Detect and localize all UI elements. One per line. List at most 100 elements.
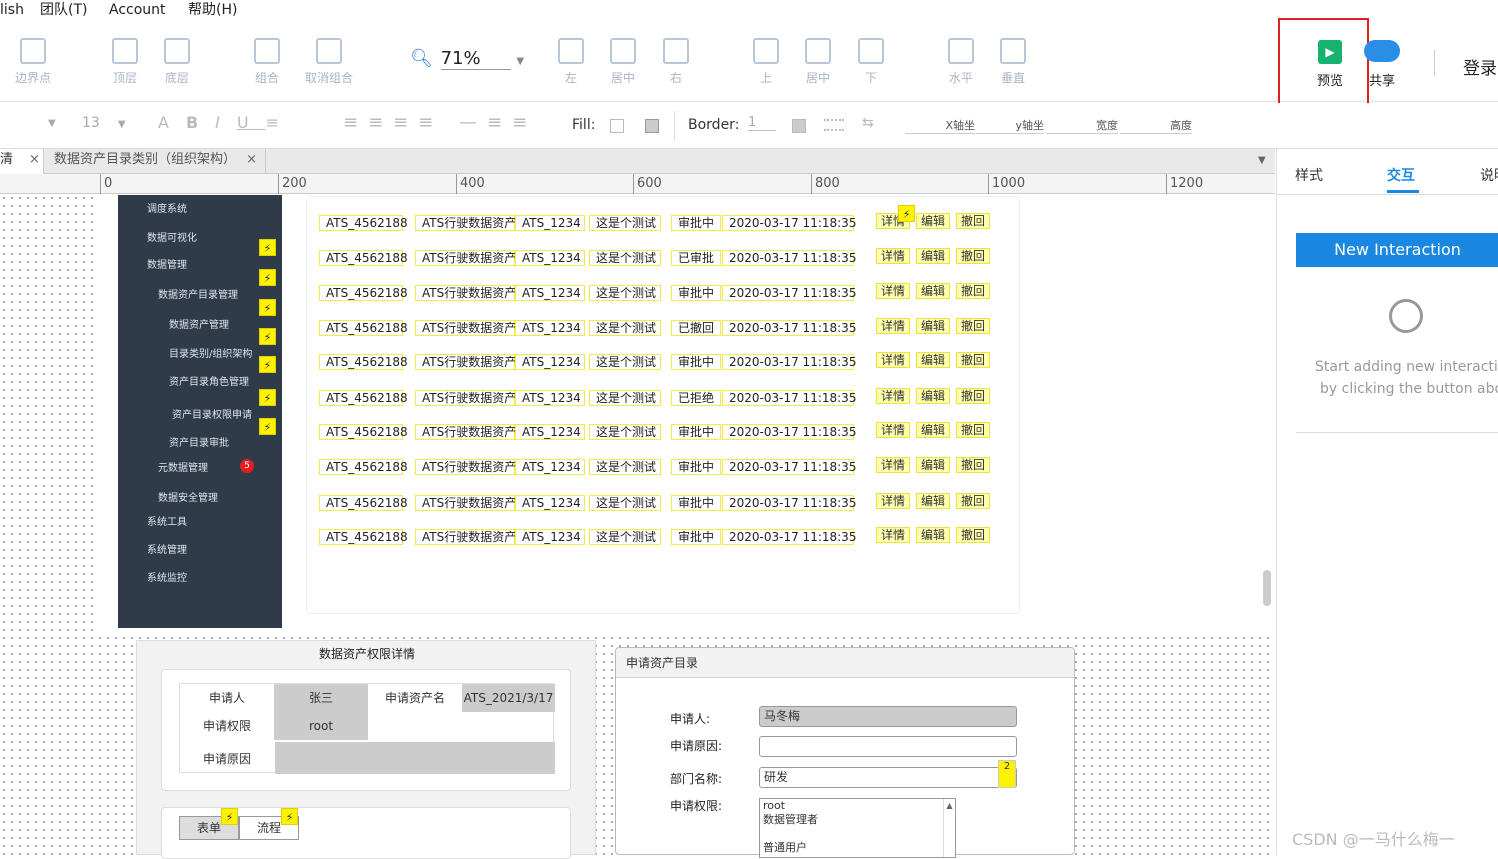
withdraw-button[interactable]: 撤回 [956, 457, 990, 473]
x-coordinate-input[interactable]: X轴坐 [905, 117, 975, 134]
sidebar-item[interactable]: 调度系统 [147, 200, 187, 215]
edit-button[interactable]: 编辑 [916, 248, 950, 264]
list-item[interactable]: root [763, 799, 955, 813]
withdraw-button[interactable]: 撤回 [956, 213, 990, 229]
detail-button[interactable]: 详情 [876, 283, 910, 299]
font-size-select[interactable]: 13 ▼ [82, 115, 126, 131]
edit-button[interactable]: 编辑 [916, 457, 950, 473]
sidebar-item[interactable]: 数据安全管理 [158, 489, 218, 504]
close-icon[interactable]: × [29, 152, 40, 167]
tab-page-2[interactable]: 数据资产目录类别（组织架构） × [44, 149, 266, 174]
edit-button[interactable]: 编辑 [916, 352, 950, 368]
send-bottom-button[interactable]: 底层 [152, 38, 202, 86]
align-top-icon [753, 38, 779, 64]
align-left-button[interactable]: 左 [546, 38, 596, 86]
arrow-style-icon[interactable]: ⇆ [862, 115, 874, 131]
canvas-scrollbar[interactable] [1263, 570, 1271, 606]
list-item[interactable]: 普通用户 [763, 841, 955, 855]
detail-button[interactable]: 详情 [876, 352, 910, 368]
menu-item-team[interactable]: 团队(T) [40, 0, 87, 20]
sidebar-item[interactable]: 资产目录审批 [169, 434, 229, 449]
sidebar-item[interactable]: 元数据管理 [158, 459, 208, 474]
detail-button[interactable]: 详情 [876, 318, 910, 334]
zoom-control[interactable]: 🔍︎ 71% ▼ [410, 48, 525, 70]
tab-interaction[interactable]: 交互 [1387, 165, 1415, 185]
bring-top-button[interactable]: 顶层 [100, 38, 150, 86]
login-button[interactable]: 登录 [1463, 54, 1497, 79]
chevron-down-icon: ▼ [516, 56, 525, 67]
permission-listbox[interactable]: root 数据管理者 普通用户 ▲ [759, 798, 956, 858]
fill-color-swatch[interactable] [610, 119, 624, 133]
y-coordinate-input[interactable]: y轴坐 [976, 117, 1044, 134]
sidebar-item[interactable]: 资产目录角色管理 [169, 373, 249, 388]
applicant-field[interactable]: 马冬梅 [759, 706, 1017, 727]
text-align-buttons[interactable]: ≡≡≡≡ —≡≡ [343, 112, 537, 133]
tab-notes[interactable]: 说明 [1480, 165, 1498, 185]
text-style-buttons[interactable]: ABIU≡ [158, 113, 296, 132]
withdraw-button[interactable]: 撤回 [956, 318, 990, 334]
align-center-button[interactable]: 居中 [598, 38, 648, 86]
height-input[interactable]: 高度 [1120, 117, 1192, 134]
align-top-button[interactable]: 上 [741, 38, 791, 86]
new-interaction-button[interactable]: New Interaction [1296, 233, 1498, 267]
align-right-button[interactable]: 右 [651, 38, 701, 86]
withdraw-button[interactable]: 撤回 [956, 352, 990, 368]
sidebar-item[interactable]: 系统工具 [147, 513, 187, 528]
border-color-swatch[interactable] [792, 119, 806, 133]
detail-button[interactable]: 详情 [876, 422, 910, 438]
sidebar-item[interactable]: 数据资产管理 [169, 316, 229, 331]
detail-button[interactable]: 详情 [876, 457, 910, 473]
align-bottom-button[interactable]: 下 [846, 38, 896, 86]
withdraw-button[interactable]: 撤回 [956, 388, 990, 404]
tab-page-1[interactable]: 清 × [0, 149, 44, 174]
tab-style[interactable]: 样式 [1295, 165, 1323, 185]
font-family-dropdown[interactable]: ▼ [48, 118, 56, 129]
border-width-input[interactable]: 1 [748, 115, 776, 131]
boundary-point-button[interactable]: 边界点 [8, 38, 58, 86]
list-item[interactable]: 数据管理者 [763, 813, 955, 827]
preview-button[interactable]: ▶ 预览 [1305, 40, 1355, 89]
sidebar-item[interactable]: 目录类别/组织架构 [169, 345, 252, 360]
withdraw-button[interactable]: 撤回 [956, 248, 990, 264]
tabs-dropdown-icon[interactable]: ▼ [1258, 155, 1266, 166]
menu-item-help[interactable]: 帮助(H) [188, 0, 237, 20]
withdraw-button[interactable]: 撤回 [956, 493, 990, 509]
border-style-icon[interactable] [824, 119, 844, 131]
fill-style-button[interactable] [645, 119, 659, 133]
listbox-scrollbar[interactable]: ▲ [943, 799, 955, 857]
close-icon[interactable]: × [246, 149, 257, 171]
sidebar-item[interactable]: 数据资产目录管理 [158, 286, 238, 301]
share-button[interactable]: 共享 [1362, 40, 1402, 89]
group-button[interactable]: 组合 [242, 38, 292, 86]
detail-button[interactable]: 详情 [876, 527, 910, 543]
detail-button[interactable]: 详情 [876, 388, 910, 404]
menu-item-account[interactable]: Account [109, 0, 166, 20]
withdraw-button[interactable]: 撤回 [956, 422, 990, 438]
list-item[interactable] [763, 827, 955, 841]
sidebar-item[interactable]: 资产目录权限申请 [172, 406, 252, 421]
edit-button[interactable]: 编辑 [916, 283, 950, 299]
sidebar-item[interactable]: 数据管理 [147, 256, 187, 271]
ungroup-button[interactable]: 取消组合 [298, 38, 360, 86]
edit-button[interactable]: 编辑 [916, 318, 950, 334]
withdraw-button[interactable]: 撤回 [956, 527, 990, 543]
detail-button[interactable]: 详情 [876, 248, 910, 264]
department-field[interactable]: 研发 [759, 767, 1017, 788]
distribute-vertical-button[interactable]: 垂直 [988, 38, 1038, 86]
edit-button[interactable]: 编辑 [916, 213, 950, 229]
reason-field[interactable] [759, 736, 1017, 757]
menu-item-lish[interactable]: lish [0, 0, 24, 20]
detail-button[interactable]: 详情 [876, 493, 910, 509]
sidebar-item[interactable]: 数据可视化 [147, 229, 197, 244]
edit-button[interactable]: 编辑 [916, 388, 950, 404]
edit-button[interactable]: 编辑 [916, 527, 950, 543]
edit-button[interactable]: 编辑 [916, 493, 950, 509]
width-input[interactable]: 宽度 [1046, 117, 1118, 134]
edit-button[interactable]: 编辑 [916, 422, 950, 438]
sidebar-item[interactable]: 系统监控 [147, 569, 187, 584]
distribute-horizontal-button[interactable]: 水平 [936, 38, 986, 86]
sidebar-item[interactable]: 系统管理 [147, 541, 187, 556]
align-middle-button[interactable]: 居中 [793, 38, 843, 86]
withdraw-button[interactable]: 撤回 [956, 283, 990, 299]
table-cell-desc: 这是个测试 [589, 529, 661, 545]
